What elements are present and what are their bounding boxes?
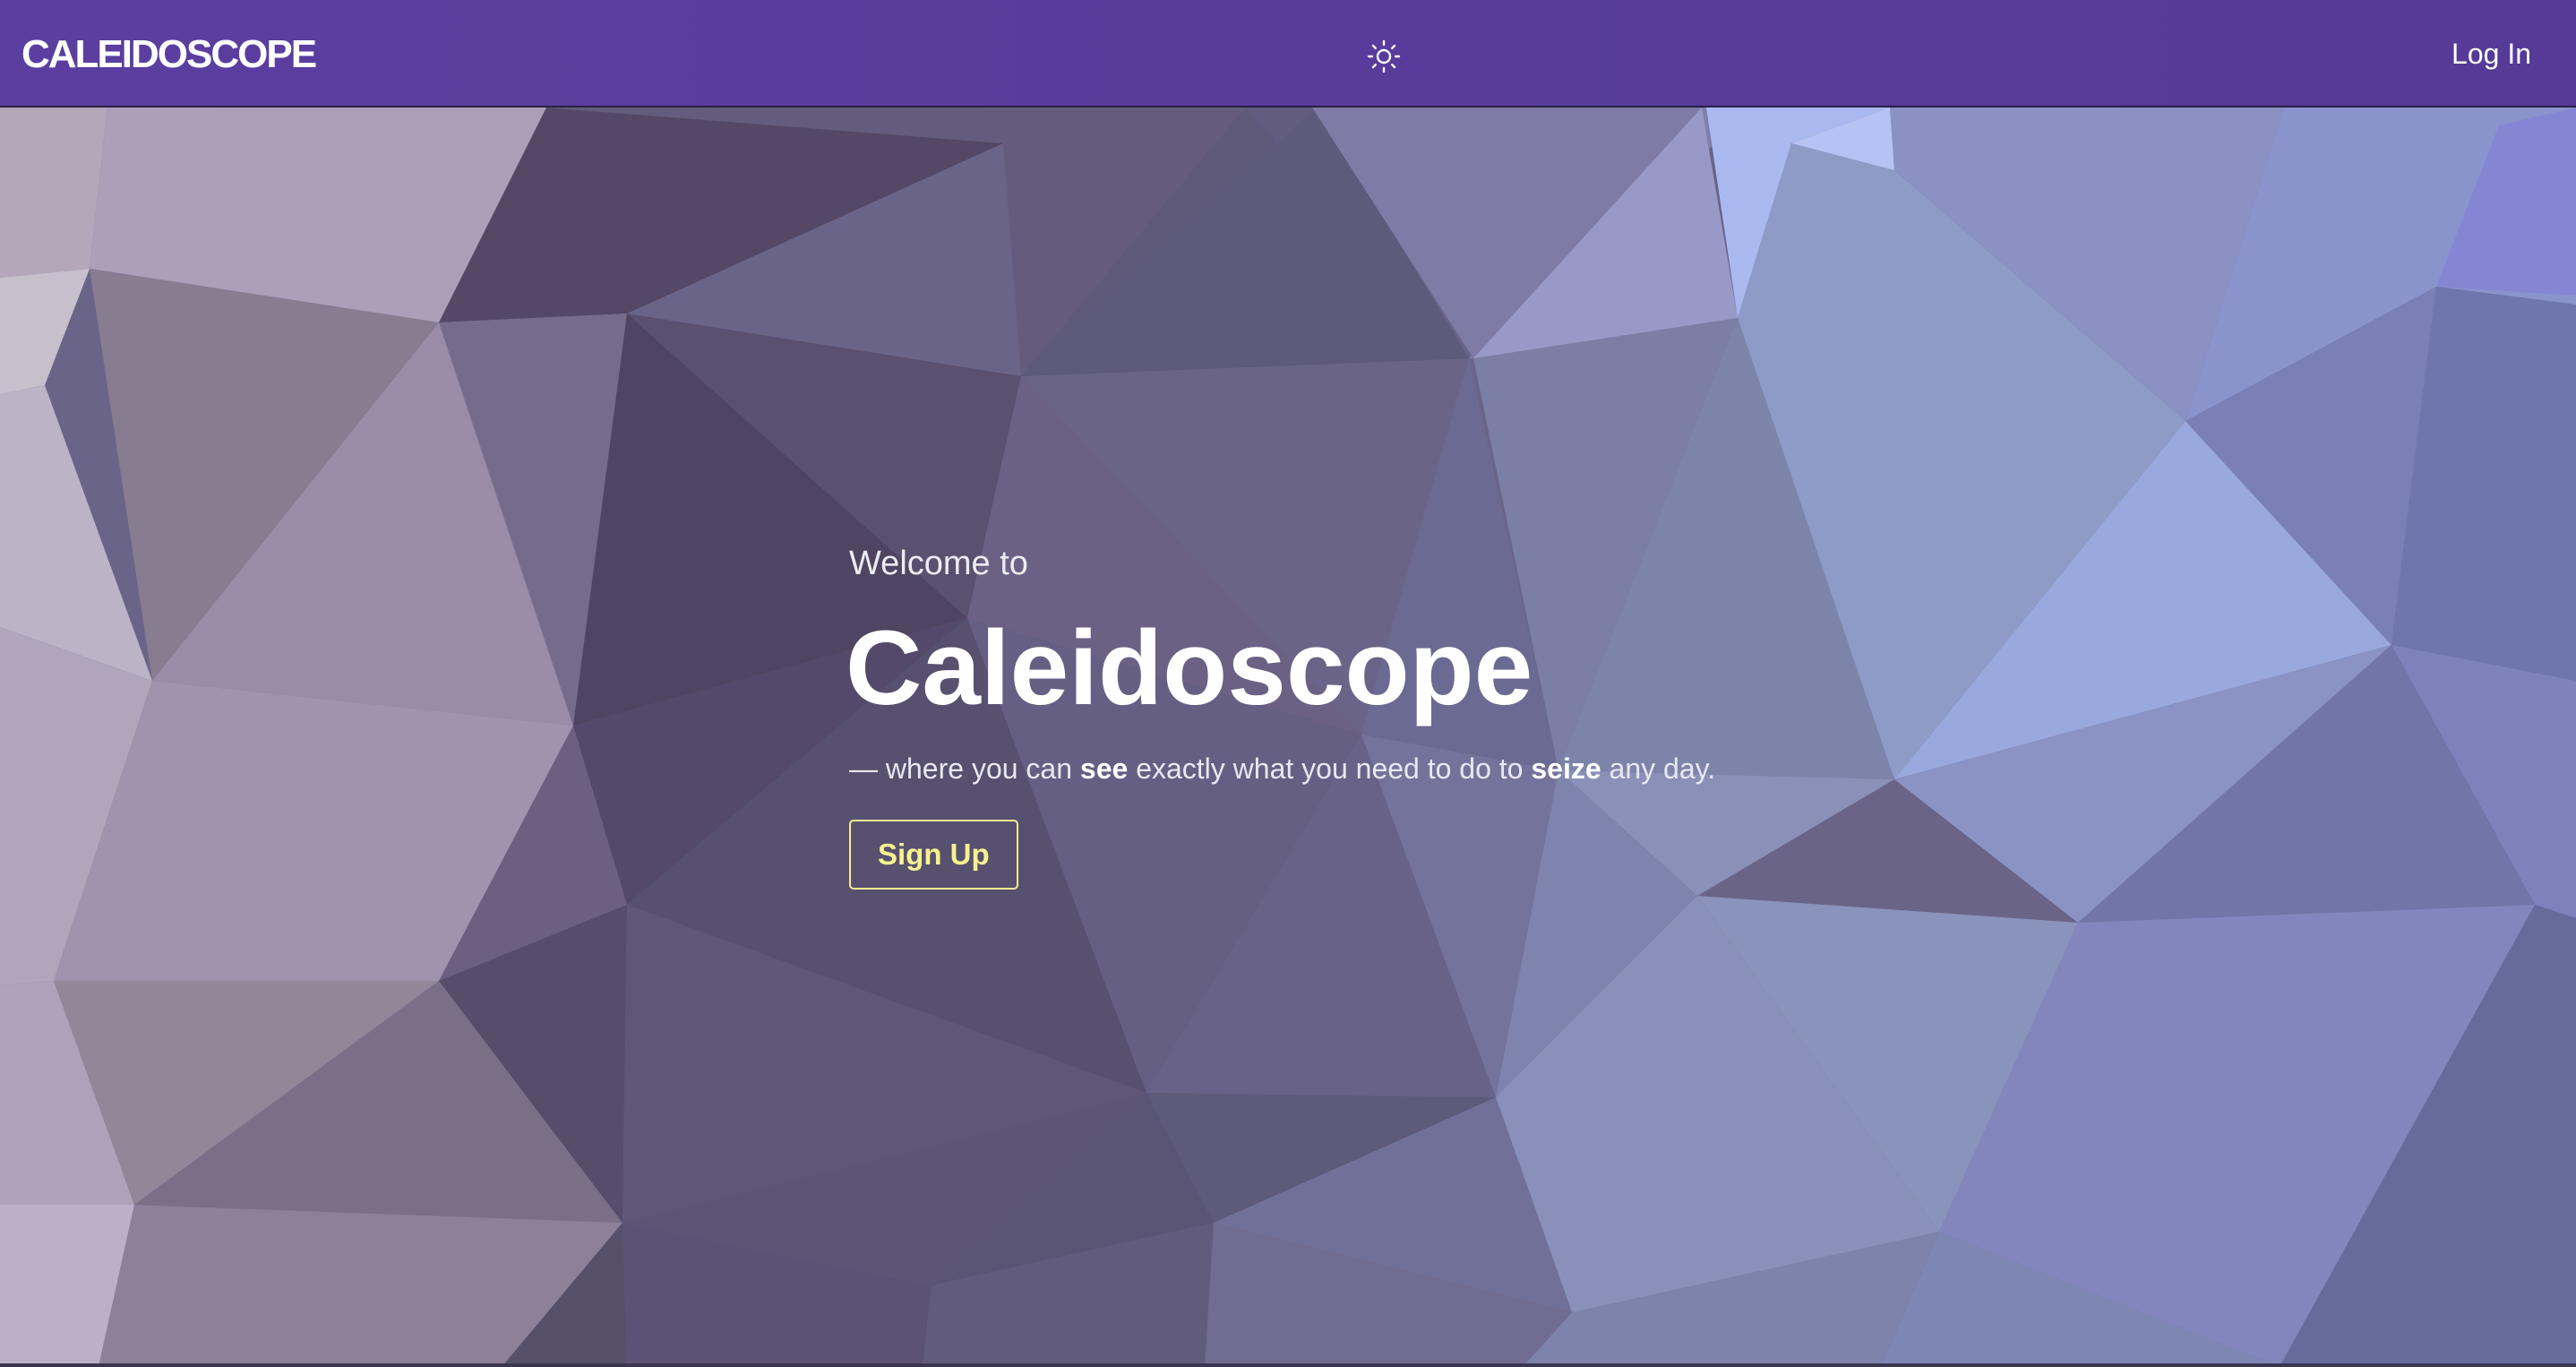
top-navbar: CALEIDOSCOPE Log In xyxy=(0,0,2576,107)
tagline-prefix: — where you can xyxy=(849,752,1080,785)
app-root: CALEIDOSCOPE Log In Welcome to Caleidosc… xyxy=(0,0,2576,1367)
bottom-edge xyxy=(0,1363,2576,1367)
welcome-text: Welcome to xyxy=(849,545,1028,582)
tagline-see: see xyxy=(1079,752,1129,785)
login-link[interactable]: Log In xyxy=(2451,36,2531,72)
hero-content: Welcome to Caleidoscope — where you can … xyxy=(846,542,1715,890)
hero-title: Caleidoscope xyxy=(846,609,1533,727)
hero-tagline: — where you can see exactly what you nee… xyxy=(849,750,1715,787)
tagline-seize: seize xyxy=(1531,752,1601,785)
tagline-suffix: any day. xyxy=(1601,752,1716,785)
brand-logo[interactable]: CALEIDOSCOPE xyxy=(21,30,317,79)
sun-icon[interactable] xyxy=(1367,39,1401,73)
signup-button[interactable]: Sign Up xyxy=(849,820,1018,890)
tagline-middle: exactly what you need to do to xyxy=(1128,752,1532,785)
